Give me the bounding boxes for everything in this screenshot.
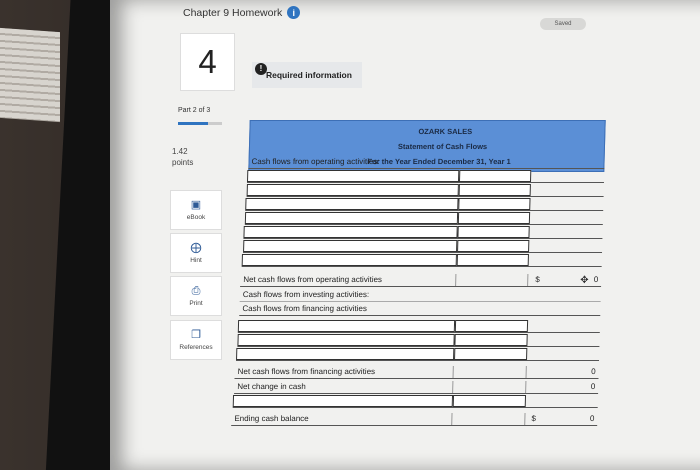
account-input[interactable]: [246, 170, 460, 182]
account-input[interactable]: [237, 334, 455, 346]
part-indicator: Part 2 of 3: [178, 107, 211, 114]
investing-heading-row: Cash flows from investing activities:: [239, 289, 602, 302]
part-progress-track: [208, 122, 222, 125]
points-label: points: [172, 158, 194, 167]
financing-row: [235, 348, 600, 361]
net-operating-label: Net cash flows from operating activities: [240, 274, 457, 286]
amount-input[interactable]: [456, 254, 529, 266]
net-change-spacer: [453, 381, 527, 393]
account-input[interactable]: [237, 320, 456, 332]
operating-row: [243, 240, 603, 253]
book-icon: ▣: [190, 198, 202, 211]
copy-icon: ❐: [191, 328, 201, 341]
operating-heading: Cash flows from operating activities:: [251, 157, 380, 166]
ending-balance-row: Ending cash balance $ 0: [231, 413, 598, 426]
required-info-label: Required information: [266, 70, 352, 80]
amount-input[interactable]: [452, 395, 527, 407]
ebook-label: eBook: [186, 213, 206, 221]
account-input[interactable]: [241, 254, 457, 266]
account-input[interactable]: [243, 240, 458, 252]
printer-icon: ⎙: [191, 284, 201, 297]
account-input[interactable]: [236, 348, 455, 360]
saved-indicator: Saved: [540, 18, 586, 30]
hint-button[interactable]: ⨁ Hint: [170, 233, 222, 273]
amount-input[interactable]: [458, 184, 531, 196]
print-label: Print: [189, 299, 203, 307]
financing-heading: Cash flows from financing activities: [242, 304, 368, 313]
ending-balance-value: 0: [589, 414, 595, 423]
ebook-button[interactable]: ▣ eBook: [170, 190, 222, 230]
net-financing-row: Net cash flows from financing activities…: [234, 366, 599, 379]
alert-icon: !: [255, 63, 267, 75]
operating-row: [241, 254, 602, 267]
account-input[interactable]: [245, 198, 459, 210]
page-title: Chapter 9 Homework: [183, 6, 283, 19]
lifebuoy-icon: ⨁: [190, 241, 202, 254]
financing-row: [237, 334, 600, 347]
points: 1.42 points: [172, 146, 193, 168]
account-input[interactable]: [232, 395, 454, 407]
part-progress-fill: [178, 122, 208, 125]
net-operating-spacer: [456, 274, 529, 286]
info-icon[interactable]: i: [287, 6, 301, 19]
operating-row: [243, 226, 603, 239]
financing-row: [237, 320, 601, 333]
points-value: 1.42: [172, 147, 188, 156]
net-financing-label: Net cash flows from financing activities: [234, 366, 454, 378]
operating-row: [244, 212, 604, 225]
account-input[interactable]: [244, 212, 459, 224]
amount-input[interactable]: [458, 198, 531, 210]
net-operating-value: 0: [593, 275, 599, 284]
operating-row: [246, 170, 605, 183]
operating-heading-row: Cash flows from operating activities:: [248, 156, 605, 169]
statement-title: Statement of Cash Flows: [397, 142, 488, 151]
question-number: 4: [180, 33, 235, 91]
net-financing-spacer: [453, 366, 527, 378]
ending-balance-spacer: [452, 413, 526, 425]
net-operating-row: Net cash flows from operating activities…: [240, 274, 602, 287]
amount-input[interactable]: [457, 226, 530, 238]
amount-input[interactable]: [454, 320, 529, 332]
financing-heading-row: Cash flows from financing activities: [239, 303, 601, 316]
ending-balance-label: Ending cash balance: [231, 413, 453, 425]
operating-row: [245, 198, 604, 211]
amount-input[interactable]: [454, 334, 528, 346]
net-change-row: Net change in cash 0: [234, 381, 599, 394]
required-info-banner[interactable]: ! Required information: [252, 62, 362, 88]
references-label: References: [179, 343, 213, 351]
paper-stack: [0, 27, 60, 123]
account-input[interactable]: [246, 184, 459, 196]
amount-input[interactable]: [454, 348, 528, 360]
references-button[interactable]: ❐ References: [170, 320, 222, 360]
amount-input[interactable]: [457, 240, 530, 252]
page-header: Chapter 9 Homework i: [183, 6, 301, 19]
account-input[interactable]: [243, 226, 458, 238]
hint-label: Hint: [190, 256, 202, 264]
net-financing-value: 0: [591, 367, 596, 376]
net-change-value: 0: [590, 382, 596, 391]
net-change-label: Net change in cash: [234, 381, 454, 393]
operating-row: [246, 184, 604, 197]
print-button[interactable]: ⎙ Print: [170, 276, 222, 316]
blank-row: [232, 395, 599, 408]
amount-input[interactable]: [458, 170, 532, 182]
amount-input[interactable]: [457, 212, 531, 224]
investing-heading: Cash flows from investing activities:: [242, 290, 370, 299]
company-name: OZARK SALES: [418, 127, 473, 136]
